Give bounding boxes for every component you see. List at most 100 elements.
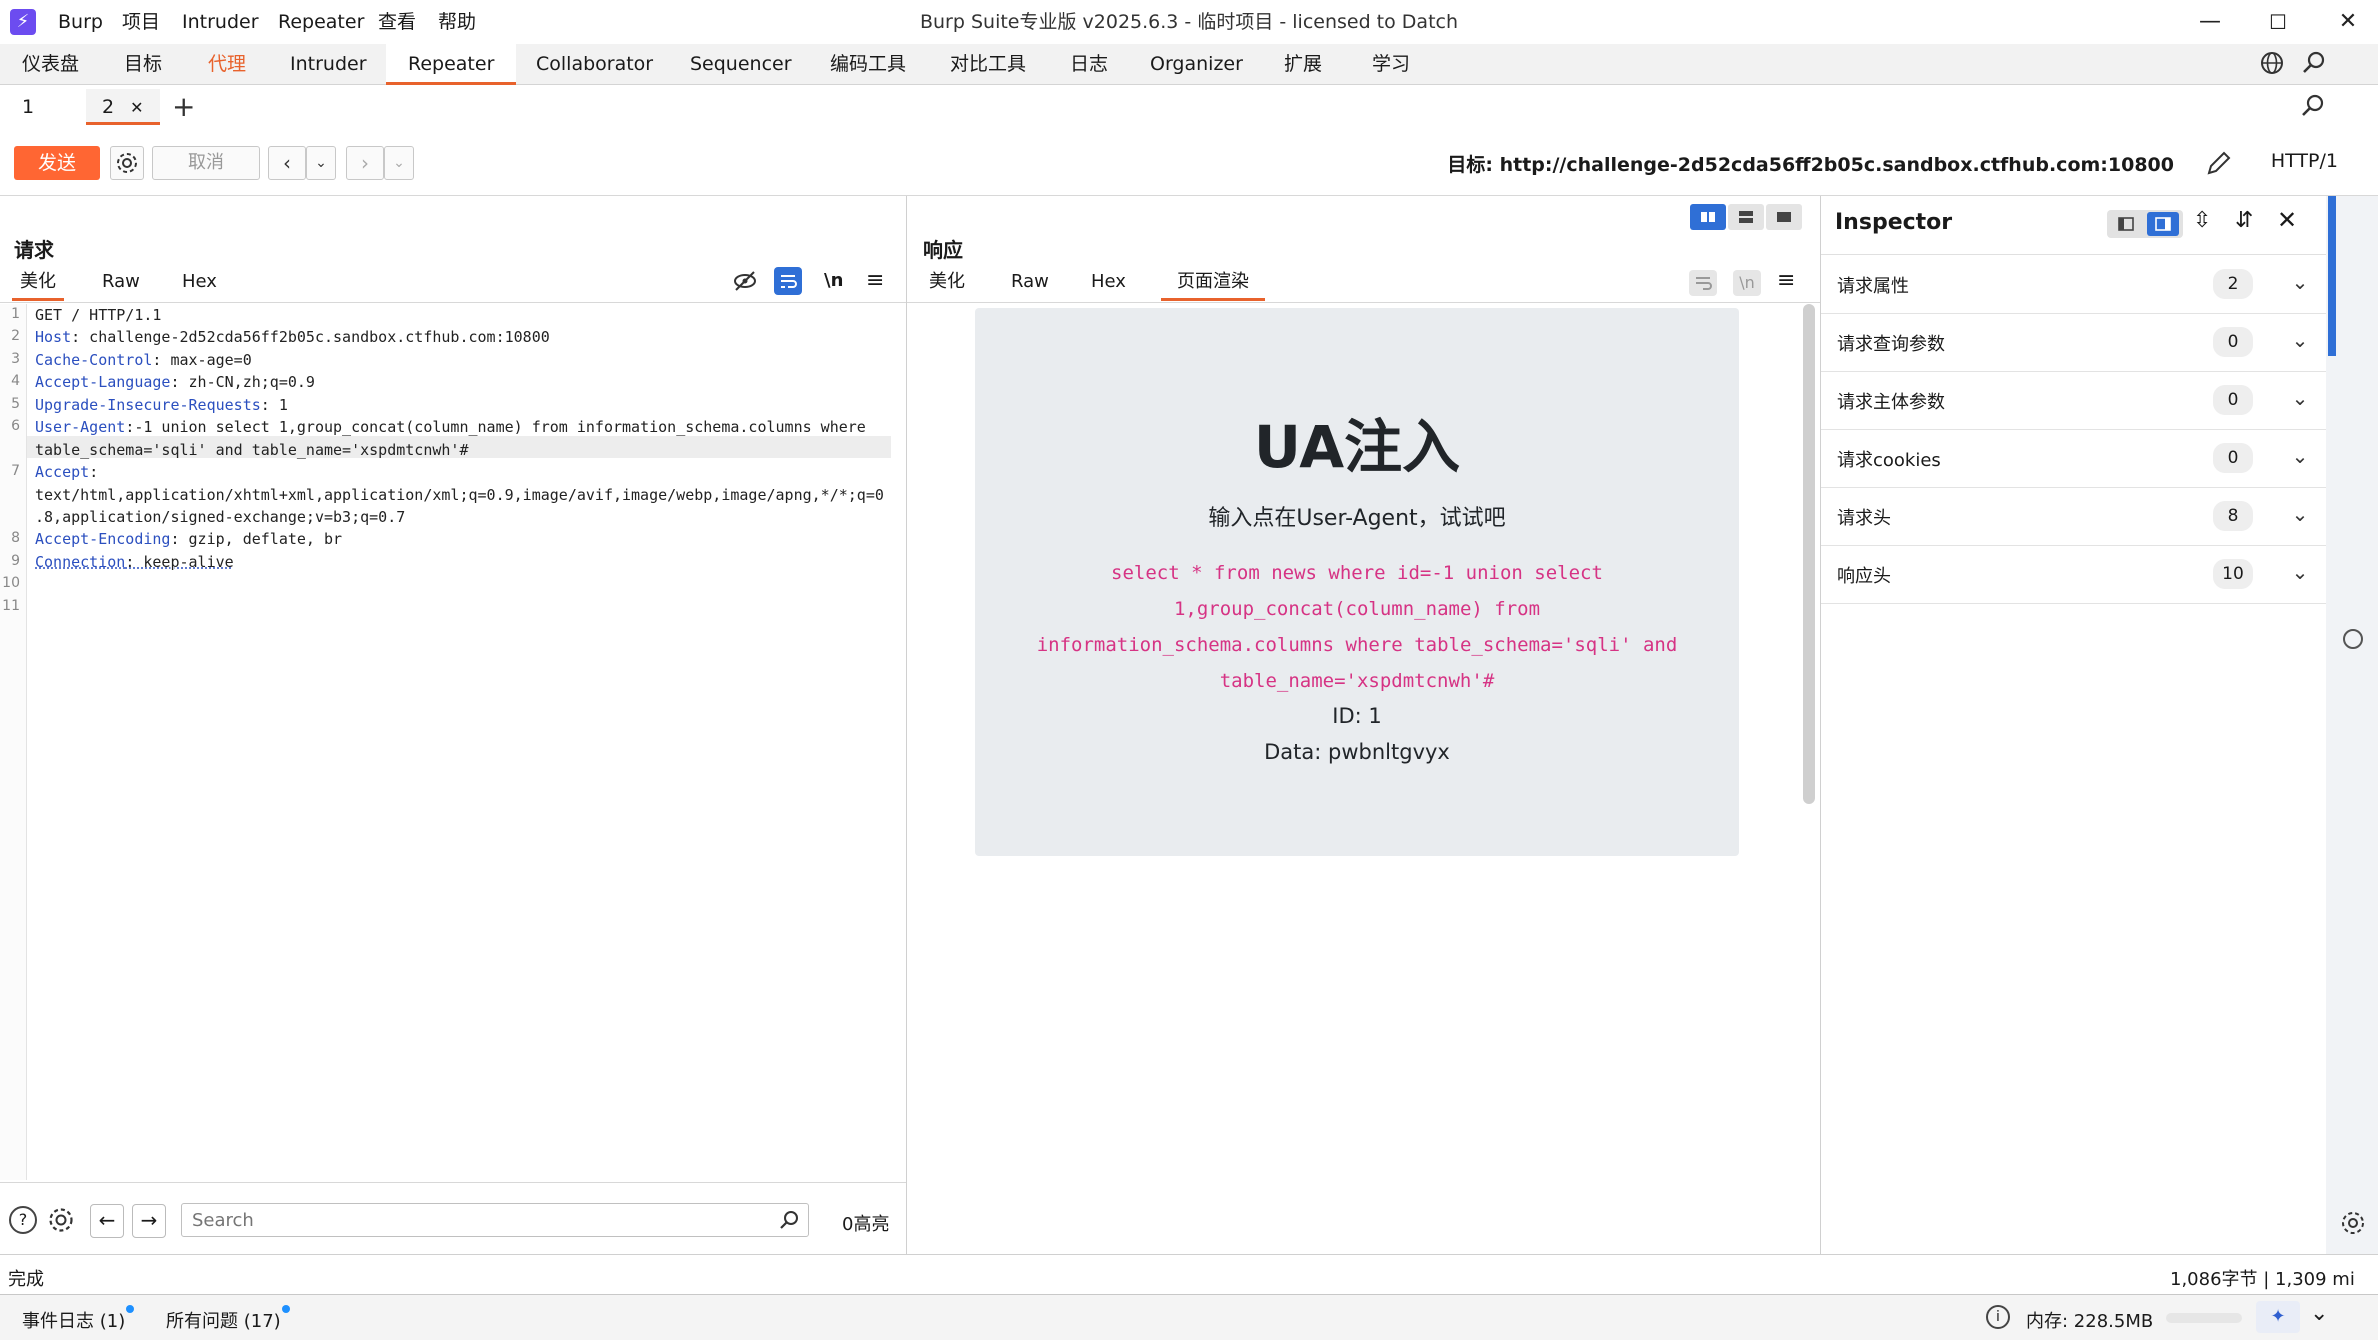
repeater-tab-label: 2 — [102, 96, 115, 118]
close-tab-icon[interactable]: ✕ — [130, 98, 143, 117]
inspector-row-request-attributes[interactable]: 请求属性 2 ⌄ — [1821, 255, 2326, 314]
repeater-tab-2[interactable]: 2 ✕ — [86, 89, 160, 125]
layout-side-by-side-icon[interactable] — [1690, 204, 1726, 230]
line-number: 6 — [11, 418, 20, 434]
response-tab-raw[interactable]: Raw — [1003, 266, 1057, 298]
search-icon[interactable] — [2300, 50, 2328, 78]
settings-gear-icon[interactable] — [110, 146, 144, 180]
inspector-row-cookies[interactable]: 请求cookies 0 ⌄ — [1821, 429, 2326, 488]
inspector-row-response-headers[interactable]: 响应头 10 ⌄ — [1821, 545, 2326, 604]
menu-help[interactable]: 帮助 — [438, 0, 476, 44]
tab-collaborator[interactable]: Collaborator — [514, 44, 675, 84]
title-bar: ⚡ Burp 项目 Intruder Repeater 查看 帮助 Burp S… — [0, 0, 2378, 45]
back-arrow-icon[interactable]: ‹ — [268, 146, 306, 180]
event-log-badge — [126, 1305, 134, 1313]
header-line: Cache-Control: max-age=0 — [35, 351, 252, 369]
menu-repeater[interactable]: Repeater — [278, 0, 364, 44]
repeater-tab-1[interactable]: 1 — [6, 89, 76, 125]
tab-proxy[interactable]: 代理 — [186, 44, 268, 84]
tab-extensions[interactable]: 扩展 — [1262, 44, 1344, 84]
tab-intruder[interactable]: Intruder — [268, 44, 389, 84]
tab-learn[interactable]: 学习 — [1350, 44, 1432, 84]
main-tab-bar: 仪表盘 目标 代理 Intruder Repeater Collaborator… — [0, 44, 2378, 85]
header-name: Accept-Encoding — [35, 530, 171, 548]
tab-decoder[interactable]: 编码工具 — [808, 44, 928, 84]
inspector-dock-left-icon[interactable] — [2111, 214, 2141, 234]
tab-repeater[interactable]: Repeater — [386, 44, 517, 85]
inspector-row-body-params[interactable]: 请求主体参数 0 ⌄ — [1821, 371, 2326, 430]
chevron-down-icon[interactable]: ⌄ — [2285, 325, 2315, 355]
globe-icon[interactable] — [2258, 50, 2286, 78]
search-settings-gear-icon[interactable] — [47, 1206, 75, 1238]
chevron-down-icon[interactable]: ⌄ — [2285, 557, 2315, 587]
back-history-dropdown-icon[interactable]: ⌄ — [306, 146, 336, 180]
search-input[interactable] — [181, 1203, 809, 1237]
forward-arrow-icon[interactable]: › — [346, 146, 384, 180]
cancel-button[interactable]: 取消 — [152, 146, 260, 180]
search-next-arrow-icon[interactable]: → — [132, 1204, 166, 1238]
chevron-down-icon[interactable]: ⌄ — [2285, 499, 2315, 529]
search-previous-arrow-icon[interactable]: ← — [90, 1204, 124, 1238]
request-menu-icon[interactable]: ≡ — [866, 268, 884, 293]
inspector-row-request-headers[interactable]: 请求头 8 ⌄ — [1821, 487, 2326, 546]
forward-history-dropdown-icon[interactable]: ⌄ — [384, 146, 414, 180]
header-value: : — [89, 463, 99, 481]
response-tab-hex[interactable]: Hex — [1083, 266, 1134, 298]
tab-dashboard[interactable]: 仪表盘 — [0, 44, 101, 84]
hide-nonprinting-eye-icon[interactable] — [732, 268, 758, 298]
word-wrap-icon[interactable] — [774, 267, 802, 295]
response-menu-icon[interactable]: ≡ — [1777, 268, 1795, 293]
minimize-icon[interactable]: — — [2180, 0, 2240, 44]
collapse-all-icon[interactable]: ⇵ — [2235, 208, 2253, 233]
side-tool-icon[interactable] — [2340, 626, 2366, 652]
inspector-dock-right-icon[interactable] — [2147, 212, 2179, 236]
request-tab-pretty[interactable]: 美化 — [12, 266, 64, 301]
all-issues-button[interactable]: 所有问题 (17) — [166, 1307, 281, 1333]
response-scrollbar[interactable] — [1803, 304, 1815, 804]
chevron-down-icon[interactable]: ⌄ — [2310, 1301, 2328, 1326]
info-icon[interactable]: i — [1986, 1305, 2010, 1329]
edit-target-pencil-icon[interactable] — [2204, 148, 2234, 182]
expand-all-icon[interactable]: ⇳ — [2193, 208, 2211, 233]
tab-target[interactable]: 目标 — [102, 44, 184, 84]
newline-toggle-icon[interactable]: \n — [824, 270, 843, 291]
layout-tabs-icon[interactable] — [1766, 204, 1802, 230]
header-value: : challenge-2d52cda56ff2b05c.sandbox.ctf… — [71, 328, 550, 346]
target-url: 目标: http://challenge-2d52cda56ff2b05c.sa… — [1447, 154, 2174, 176]
add-tab-icon[interactable]: + — [172, 91, 195, 123]
close-inspector-icon[interactable]: ✕ — [2277, 206, 2297, 234]
menu-view[interactable]: 查看 — [378, 0, 416, 44]
header-value: : zh-CN,zh;q=0.9 — [170, 373, 315, 391]
menu-burp[interactable]: Burp — [58, 0, 103, 44]
inspector-row-count: 10 — [2213, 559, 2253, 589]
request-editor[interactable]: 1 2 3 4 5 6 7 8 9 10 11 GET / HTTP/1.1 H… — [0, 304, 906, 1180]
menu-project[interactable]: 项目 — [122, 0, 160, 44]
tab-search-icon[interactable] — [2300, 93, 2326, 123]
tab-logger[interactable]: 日志 — [1048, 44, 1130, 84]
tab-organizer[interactable]: Organizer — [1128, 44, 1265, 84]
menu-intruder[interactable]: Intruder — [182, 0, 259, 44]
maximize-icon[interactable]: ☐ — [2248, 0, 2308, 44]
send-button[interactable]: 发送 — [14, 146, 100, 180]
inspector-side-tab[interactable] — [2328, 196, 2336, 356]
help-icon[interactable]: ? — [9, 1206, 37, 1234]
chevron-down-icon[interactable]: ⌄ — [2285, 441, 2315, 471]
line-number: 8 — [11, 530, 20, 546]
side-settings-gear-icon[interactable] — [2340, 1210, 2366, 1236]
response-tab-render[interactable]: 页面渲染 — [1161, 266, 1265, 301]
request-tab-raw[interactable]: Raw — [94, 266, 148, 298]
chevron-down-icon[interactable]: ⌄ — [2285, 267, 2315, 297]
chevron-down-icon[interactable]: ⌄ — [2285, 383, 2315, 413]
tab-sequencer[interactable]: Sequencer — [668, 44, 814, 84]
ai-sparkle-icon[interactable]: ✦ — [2256, 1301, 2300, 1333]
inspector-row-count: 2 — [2213, 269, 2253, 299]
http-version-selector[interactable]: HTTP/1 — [2271, 150, 2338, 172]
layout-stacked-icon[interactable] — [1728, 204, 1764, 230]
inspector-row-query-params[interactable]: 请求查询参数 0 ⌄ — [1821, 313, 2326, 372]
request-tab-hex[interactable]: Hex — [174, 266, 225, 298]
response-tab-pretty[interactable]: 美化 — [921, 266, 973, 298]
rendered-id: ID: 1 — [1332, 704, 1382, 728]
event-log-button[interactable]: 事件日志 (1) — [22, 1307, 125, 1333]
close-window-icon[interactable]: ✕ — [2318, 0, 2378, 44]
tab-comparer[interactable]: 对比工具 — [928, 44, 1048, 84]
